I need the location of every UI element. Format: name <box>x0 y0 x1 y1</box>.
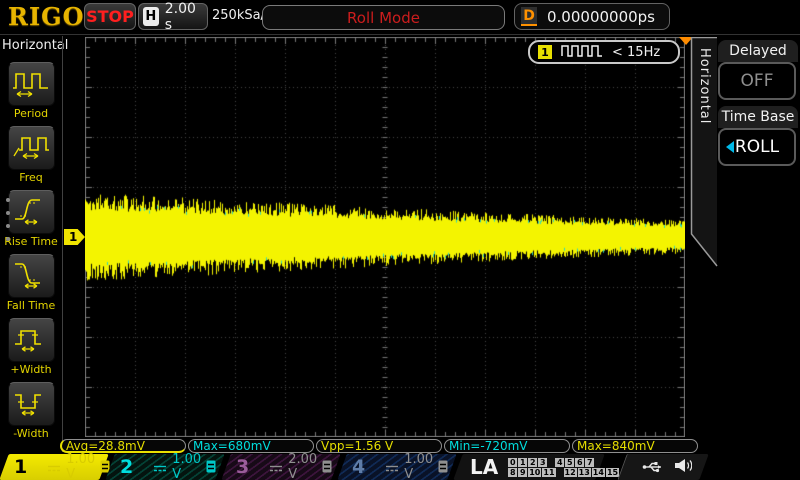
sidebar-item-fall-time[interactable]: Fall Time <box>0 254 62 312</box>
sidebar-item-period[interactable]: Period <box>0 62 62 120</box>
digital-channel: 6 <box>575 458 584 467</box>
waveform-display[interactable] <box>85 37 685 437</box>
timebase-value: 2.00 s <box>165 1 207 33</box>
oscilloscope-screen: RIGOL STOP H 2.00 s 250kSa/s Roll Mode D… <box>0 0 800 480</box>
channel1-number: 1 <box>14 456 27 478</box>
scroll-indicator-dot <box>6 237 10 241</box>
menu-tab-label: Horizontal <box>697 48 712 228</box>
channel2-scale: 1.00 V <box>172 452 201 480</box>
digital-channel: 10 <box>528 468 541 477</box>
sidebar-item-neg-width[interactable]: -Width <box>0 382 62 440</box>
channel1-status[interactable]: 1 1.00 V <box>4 454 104 480</box>
channel2-scale-box: 1.00 V <box>141 457 223 477</box>
trigger-frequency: < 15Hz <box>612 45 660 60</box>
scroll-indicator-dot <box>6 211 10 215</box>
channel2-number: 2 <box>120 456 133 478</box>
digital-channel: 2 <box>528 458 537 467</box>
trigger-status-box: 1 < 15Hz <box>528 40 680 64</box>
channel4-status[interactable]: 4 1.00 V <box>342 454 452 480</box>
run-state-badge[interactable]: STOP <box>84 3 136 30</box>
horizontal-timebase-box[interactable]: H 2.00 s <box>138 3 208 30</box>
menu-item-delayed-label: Delayed <box>718 40 798 62</box>
neg-width-icon <box>11 386 51 422</box>
acquisition-mode-banner: Roll Mode <box>262 5 505 30</box>
dc-coupling-icon <box>385 458 399 477</box>
digital-channel: 15 <box>606 468 619 477</box>
period-icon <box>11 66 51 102</box>
scroll-indicator-dot <box>6 224 10 228</box>
dc-coupling-icon <box>269 458 283 477</box>
sidebar-item-label: -Width <box>0 427 62 440</box>
menu-item-timebase-label: Time Base <box>718 106 798 128</box>
freq-icon <box>11 130 51 166</box>
status-icon-area <box>622 454 704 480</box>
logic-analyzer-status[interactable]: LA 0 1 2 3 4 5 6 7 8 9 10 11 <box>458 454 600 480</box>
digital-channel: 12 <box>564 468 577 477</box>
digital-channel: 9 <box>518 468 527 477</box>
scroll-indicator-dot <box>6 198 10 202</box>
channel3-scale-box: 2.00 V <box>257 457 339 477</box>
measurement-avg[interactable]: Avg=28.8mV <box>60 439 186 453</box>
channel2-status[interactable]: 2 1.00 V <box>110 454 220 480</box>
delay-value: 0.00000000ps <box>547 8 655 26</box>
measurement-vpp[interactable]: Vpp=1.56 V <box>316 439 442 453</box>
left-arrow-icon <box>726 141 734 153</box>
digital-channel: 8 <box>508 468 517 477</box>
timebase-value-text: ROLL <box>735 137 779 157</box>
delay-label: D <box>521 7 537 26</box>
measurement-max2[interactable]: Max=840mV <box>572 439 698 453</box>
sidebar-item-label: Period <box>0 107 62 120</box>
digital-channel: 3 <box>538 458 547 467</box>
digital-channel-grid: 0 1 2 3 4 5 6 7 8 9 10 11 12 1 <box>508 458 619 477</box>
rise-time-icon <box>11 194 51 230</box>
h-label: H <box>143 7 159 26</box>
digital-channel: 4 <box>555 458 564 467</box>
channel4-scale: 1.00 V <box>404 452 433 480</box>
trigger-source-badge: 1 <box>538 45 552 59</box>
menu-item-delayed-value[interactable]: OFF <box>718 62 796 100</box>
sidebar-title: Horizontal <box>2 38 68 53</box>
sidebar-item-label: Fall Time <box>0 299 62 312</box>
la-label: LA <box>470 455 498 479</box>
topbar-divider <box>0 34 800 35</box>
digital-channel: 5 <box>565 458 574 467</box>
delay-box[interactable]: D 0.00000000ps <box>514 3 670 30</box>
sidebar-item-label: +Width <box>0 363 62 376</box>
bw-limit-icon <box>438 458 448 477</box>
digital-channel: 13 <box>578 468 591 477</box>
channel3-scale: 2.00 V <box>288 452 317 480</box>
menu-item-timebase-value[interactable]: ROLL <box>718 128 796 166</box>
sidebar-item-freq[interactable]: Freq <box>0 126 62 184</box>
channel4-number: 4 <box>352 456 365 478</box>
digital-channel: 1 <box>518 458 527 467</box>
channel4-scale-box: 1.00 V <box>373 457 455 477</box>
pos-width-icon <box>11 322 51 358</box>
measurement-max[interactable]: Max=680mV <box>188 439 314 453</box>
fall-time-icon <box>11 258 51 294</box>
beeper-icon <box>674 458 692 477</box>
measurement-min[interactable]: Min=-720mV <box>444 439 570 453</box>
channel1-scale: 1.00 V <box>66 452 95 480</box>
dc-coupling-icon <box>47 458 61 477</box>
sidebar-item-pos-width[interactable]: +Width <box>0 318 62 376</box>
delayed-value-text: OFF <box>741 71 774 91</box>
bw-limit-icon <box>322 458 332 477</box>
usb-icon <box>642 458 664 477</box>
dc-coupling-icon <box>153 458 167 477</box>
digital-channel: 14 <box>592 468 605 477</box>
channel3-status[interactable]: 3 2.00 V <box>226 454 336 480</box>
sidebar-divider <box>62 36 63 452</box>
sidebar-item-label: Freq <box>0 171 62 184</box>
digital-channel: 11 <box>542 468 555 477</box>
pulse-train-icon <box>560 43 604 62</box>
bw-limit-icon <box>206 458 216 477</box>
channel1-offset-marker[interactable]: 1 <box>64 229 85 245</box>
digital-channel: 7 <box>585 458 594 467</box>
digital-channel: 0 <box>508 458 517 467</box>
channel1-scale-box: 1.00 V <box>35 457 117 477</box>
channel3-number: 3 <box>236 456 249 478</box>
